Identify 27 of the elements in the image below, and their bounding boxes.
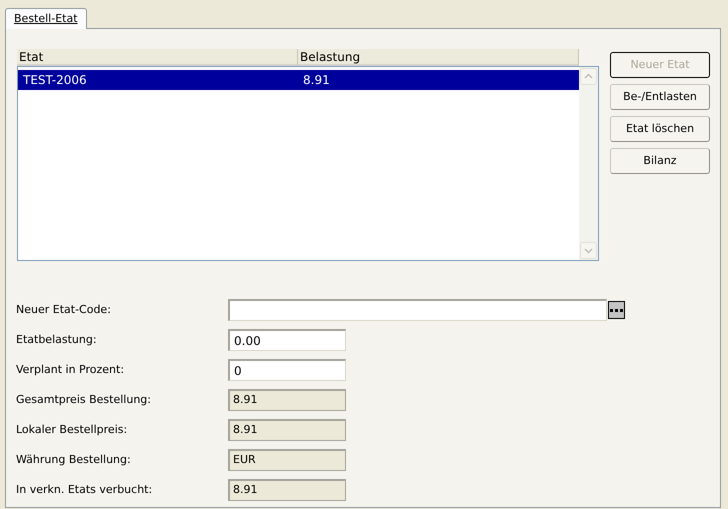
- field-label: Verplant in Prozent:: [16, 362, 126, 378]
- action-button[interactable]: Be-/Entlasten: [610, 84, 710, 110]
- scrollbar[interactable]: [579, 67, 598, 260]
- column-header[interactable]: Etat: [17, 49, 298, 66]
- table-cell-text: 8.91: [302, 72, 330, 89]
- list-row[interactable]: TEST-2006 8.91: [18, 70, 579, 90]
- input-field[interactable]: 0.00: [228, 329, 346, 351]
- readonly-field: 8.91: [228, 479, 346, 501]
- column-header[interactable]: Belastung: [298, 49, 579, 66]
- field-label: Neuer Etat-Code:: [16, 302, 112, 318]
- table-cell-text: TEST-2006: [22, 72, 88, 89]
- tab[interactable]: Bestell-Etat: [5, 8, 87, 29]
- field-label: Währung Bestellung:: [16, 452, 132, 468]
- field-label: In verkn. Etats verbucht:: [16, 482, 154, 498]
- input-field[interactable]: 0: [228, 359, 346, 381]
- ellipsis-button[interactable]: [608, 301, 625, 319]
- field-label: Lokaler Bestellpreis:: [16, 422, 128, 438]
- field-label: Etatbelastung:: [16, 332, 98, 348]
- input-field[interactable]: [228, 299, 607, 321]
- action-button[interactable]: Etat löschen: [610, 116, 710, 142]
- readonly-field: 8.91: [228, 419, 346, 441]
- scroll-up-icon[interactable]: [580, 68, 597, 85]
- readonly-field: 8.91: [228, 389, 346, 411]
- action-button[interactable]: Bilanz: [610, 148, 710, 174]
- scroll-down-icon[interactable]: [580, 242, 597, 259]
- field-label: Gesamtpreis Bestellung:: [16, 392, 152, 408]
- readonly-field: EUR: [228, 449, 346, 471]
